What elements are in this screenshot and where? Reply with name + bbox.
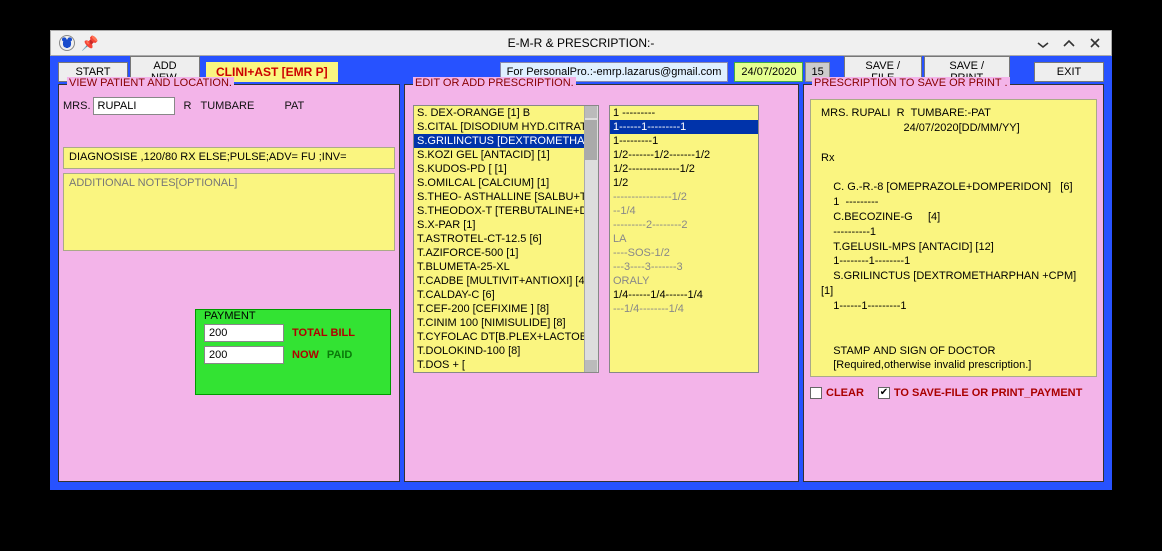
- dosage-item[interactable]: 1------1---------1: [610, 120, 758, 134]
- output-legend: PRESCRIPTION TO SAVE OR PRINT .: [812, 77, 1010, 89]
- medicine-item[interactable]: S.KUDOS-PD [ [1]: [414, 162, 598, 176]
- scroll-thumb[interactable]: [585, 120, 597, 160]
- medicine-item[interactable]: T.BLUMETA-25-XL: [414, 260, 598, 274]
- window-title: E-M-R & PRESCRIPTION:-: [508, 36, 655, 50]
- save-print-label: TO SAVE-FILE OR PRINT_PAYMENT: [894, 387, 1082, 399]
- medicine-listbox[interactable]: S. DEX-ORANGE [1] BS.CITAL [DISODIUM HYD…: [413, 105, 599, 373]
- dosage-item[interactable]: ----------------1/2: [610, 190, 758, 204]
- date-field[interactable]: 24/07/2020: [734, 62, 803, 82]
- medicine-item[interactable]: T.CINIM 100 [NIMISULIDE] [8]: [414, 316, 598, 330]
- medicine-item[interactable]: S.CITAL [DISODIUM HYD.CITRATE ]: [414, 120, 598, 134]
- medicine-item[interactable]: T.CEF-200 [CEFIXIME ] [8]: [414, 302, 598, 316]
- diagnosis-field[interactable]: DIAGNOSISE ,120/80 RX ELSE;PULSE;ADV= FU…: [63, 147, 395, 169]
- close-icon[interactable]: [1087, 35, 1103, 51]
- medicine-item[interactable]: T.ASTROTEL-CT-12.5 [6]: [414, 232, 598, 246]
- clear-checkbox[interactable]: [810, 387, 822, 399]
- clear-label: CLEAR: [826, 387, 864, 399]
- pin-icon[interactable]: 📌: [81, 35, 98, 52]
- lastname-label: TUMBARE: [201, 100, 283, 112]
- prescription-text: MRS. RUPALI R TUMBARE:-PAT 24/07/2020[DD…: [810, 99, 1097, 377]
- payment-legend: PAYMENT: [202, 310, 258, 322]
- scrollbar[interactable]: [584, 106, 598, 372]
- dosage-item[interactable]: ORALY: [610, 274, 758, 288]
- dosage-item[interactable]: ---3----3-------3: [610, 260, 758, 274]
- medicine-item[interactable]: S.OMILCAL [CALCIUM] [1]: [414, 176, 598, 190]
- dosage-item[interactable]: 1 ---------: [610, 106, 758, 120]
- dosage-item[interactable]: --1/4: [610, 204, 758, 218]
- save-print-checkbox[interactable]: [878, 387, 890, 399]
- prescription-edit-panel: EDIT OR ADD PRESCRIPTION. S. DEX-ORANGE …: [404, 84, 799, 482]
- dosage-item[interactable]: LA: [610, 232, 758, 246]
- prescription-output-panel: PRESCRIPTION TO SAVE OR PRINT . MRS. RUP…: [803, 84, 1104, 482]
- total-bill-input[interactable]: [204, 324, 284, 342]
- dosage-item[interactable]: ---------2--------2: [610, 218, 758, 232]
- maximize-icon[interactable]: [1061, 35, 1077, 51]
- medicine-item[interactable]: T.CALDAY-C [6]: [414, 288, 598, 302]
- scroll-down-icon[interactable]: [585, 360, 597, 372]
- dosage-item[interactable]: ---1/4--------1/4: [610, 302, 758, 316]
- medicine-item[interactable]: S.X-PAR [1]: [414, 218, 598, 232]
- paid-input[interactable]: [204, 346, 284, 364]
- medicine-item[interactable]: T.EBAST-20 [: [414, 372, 598, 373]
- minimize-icon[interactable]: [1035, 35, 1051, 51]
- notes-field[interactable]: ADDITIONAL NOTES[OPTIONAL]: [63, 173, 395, 251]
- medicine-item[interactable]: S.THEODOX-T [TERBUTALINE+DOX: [414, 204, 598, 218]
- dosage-item[interactable]: 1/2: [610, 176, 758, 190]
- total-bill-label: TOTAL BILL: [292, 327, 355, 339]
- medicine-item[interactable]: T.CADBE [MULTIVIT+ANTIOXI] [4: [414, 274, 598, 288]
- dosage-item[interactable]: 1/2--------------1/2: [610, 162, 758, 176]
- content-area: START ADD NEW. CLINI+AST [EMR P] For Per…: [50, 56, 1112, 490]
- patient-panel-legend: VIEW PATIENT AND LOCATION.: [67, 77, 234, 89]
- medicine-item[interactable]: S. DEX-ORANGE [1] B: [414, 106, 598, 120]
- medicine-item[interactable]: T.AZIFORCE-500 [1]: [414, 246, 598, 260]
- payment-panel: PAYMENT TOTAL BILL NOW PAID: [195, 309, 391, 395]
- dosage-item[interactable]: 1/2-------1/2-------1/2: [610, 148, 758, 162]
- medicine-item[interactable]: S.THEO- ASTHALLINE [SALBU+THO: [414, 190, 598, 204]
- prefix-label: MRS.: [63, 100, 91, 112]
- prescription-edit-legend: EDIT OR ADD PRESCRIPTION.: [413, 77, 576, 89]
- firstname-input[interactable]: [93, 97, 175, 115]
- scroll-up-icon[interactable]: [585, 106, 597, 118]
- medicine-item[interactable]: T.DOS + [: [414, 358, 598, 372]
- dosage-item[interactable]: ----SOS-1/2: [610, 246, 758, 260]
- dosage-item[interactable]: 1/4------1/4------1/4: [610, 288, 758, 302]
- medicine-item[interactable]: T.CYFOLAC DT[B.PLEX+LACTOBACI: [414, 330, 598, 344]
- app-icon: [59, 35, 75, 51]
- paid-label: PAID: [327, 349, 352, 361]
- medicine-item[interactable]: S.KOZI GEL [ANTACID] [1]: [414, 148, 598, 162]
- app-window: 📌 E-M-R & PRESCRIPTION:- START ADD NEW. …: [50, 30, 1112, 490]
- medicine-item[interactable]: S.GRILINCTUS [DEXTROMETHARPH: [414, 134, 598, 148]
- midname-label: R: [177, 100, 199, 112]
- now-label: NOW: [292, 349, 319, 361]
- dosage-item[interactable]: 1---------1: [610, 134, 758, 148]
- patient-panel: VIEW PATIENT AND LOCATION. MRS. R TUMBAR…: [58, 84, 400, 482]
- exit-button[interactable]: EXIT: [1034, 62, 1104, 82]
- dosage-listbox[interactable]: 1 ---------1------1---------11---------1…: [609, 105, 759, 373]
- medicine-item[interactable]: T.DOLOKIND-100 [8]: [414, 344, 598, 358]
- titlebar: 📌 E-M-R & PRESCRIPTION:-: [50, 30, 1112, 56]
- location-label: PAT: [285, 100, 305, 112]
